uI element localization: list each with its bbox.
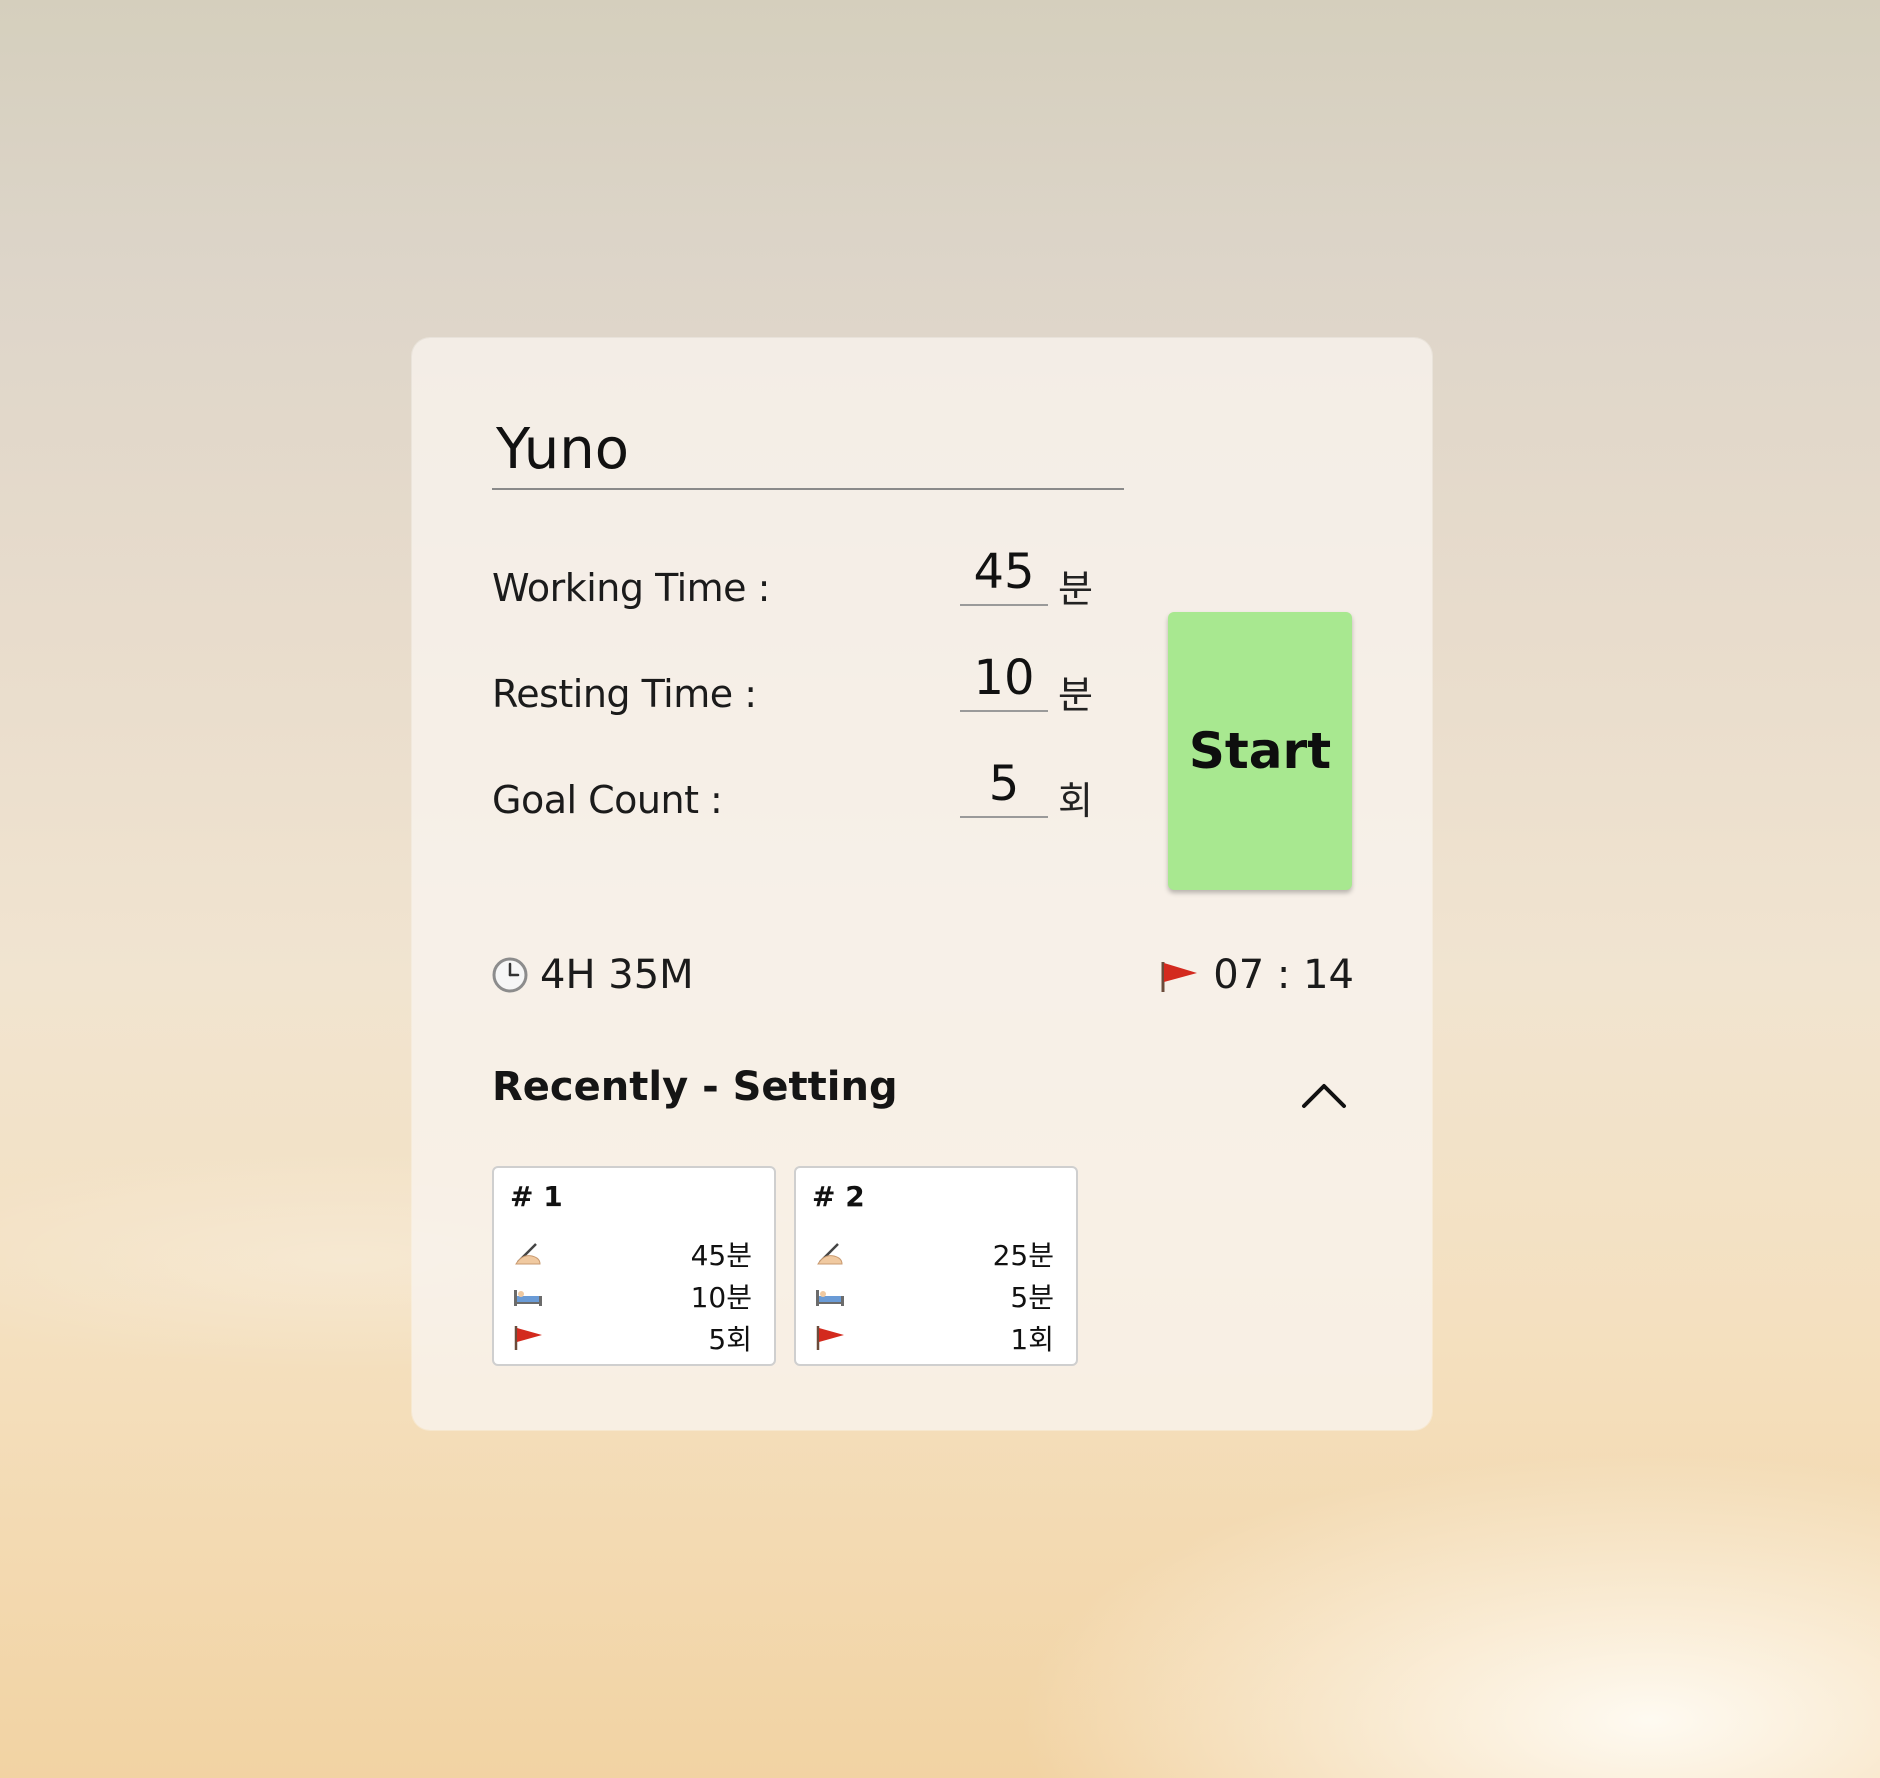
clock-icon	[492, 957, 528, 993]
recent-settings-title: Recently - Setting	[492, 1064, 898, 1110]
goal-count-label: Goal Count :	[492, 778, 723, 822]
bed-icon	[512, 1282, 544, 1310]
preset-resting-value: 10분	[690, 1281, 752, 1314]
preset-resting-value: 5분	[1010, 1281, 1054, 1314]
chevron-up-icon[interactable]	[1300, 1078, 1348, 1112]
goal-count-unit: 회	[1058, 779, 1093, 823]
preset-goal-row: 1회	[814, 1320, 1054, 1356]
preset-resting-row: 10분	[512, 1278, 752, 1314]
start-button[interactable]: Start	[1168, 612, 1352, 890]
working-time-label: Working Time :	[492, 566, 770, 610]
preset-card-1[interactable]: # 1 45분 10분 5회	[492, 1166, 776, 1366]
preset-goal-value: 1회	[1010, 1323, 1054, 1356]
preset-working-value: 25분	[992, 1239, 1054, 1272]
preset-working-row: 45분	[512, 1236, 752, 1272]
red-flag-icon	[1159, 958, 1199, 992]
goal-count-input[interactable]	[960, 752, 1048, 818]
preset-goal-row: 5회	[512, 1320, 752, 1356]
working-time-unit: 분	[1058, 567, 1093, 611]
resting-time-input[interactable]	[960, 646, 1048, 712]
preset-working-value: 45분	[690, 1239, 752, 1272]
preset-goal-value: 5회	[708, 1323, 752, 1356]
timer-settings-card: Working Time : 분 Resting Time : 분 Goal C…	[412, 338, 1432, 1430]
red-flag-icon	[814, 1324, 846, 1352]
resting-time-label: Resting Time :	[492, 672, 757, 716]
finish-time: 07 : 14	[1159, 950, 1354, 1000]
preset-card-2[interactable]: # 2 25분 5분 1회	[794, 1166, 1078, 1366]
resting-time-unit: 분	[1058, 673, 1093, 717]
name-input[interactable]	[492, 410, 1124, 490]
preset-title: # 2	[812, 1180, 865, 1213]
red-flag-icon	[512, 1324, 544, 1352]
total-time: 4H 35M	[492, 950, 694, 1000]
preset-working-row: 25분	[814, 1236, 1054, 1272]
preset-title: # 1	[510, 1180, 563, 1213]
finish-time-value: 07 : 14	[1213, 952, 1354, 998]
preset-resting-row: 5분	[814, 1278, 1054, 1314]
total-time-value: 4H 35M	[540, 952, 694, 998]
working-time-input[interactable]	[960, 540, 1048, 606]
writing-hand-icon	[512, 1240, 544, 1268]
writing-hand-icon	[814, 1240, 846, 1268]
bed-icon	[814, 1282, 846, 1310]
